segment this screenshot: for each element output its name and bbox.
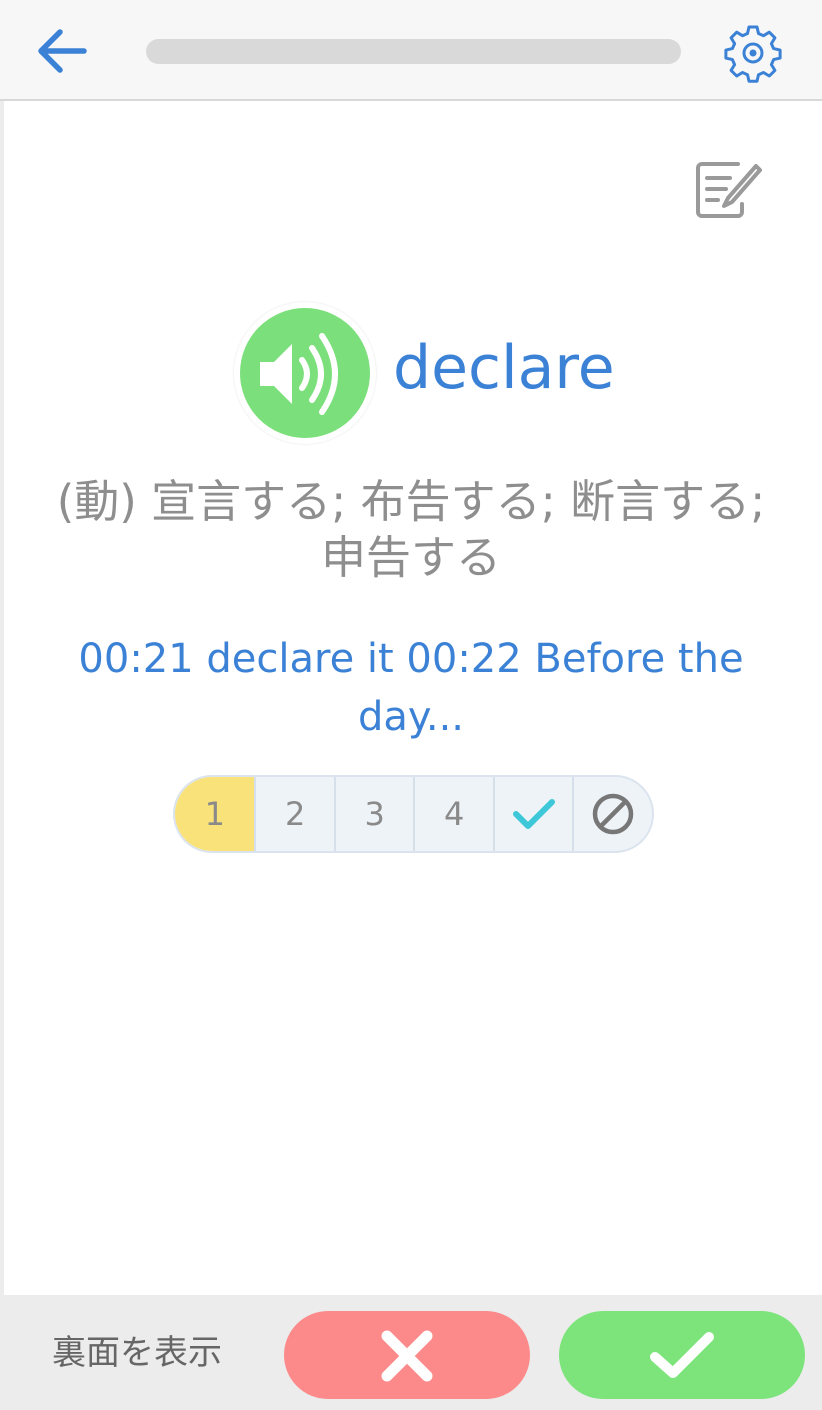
arrow-left-icon bbox=[38, 29, 87, 73]
progress-bar bbox=[146, 39, 681, 64]
word-meaning: (動) 宣言する; 布告する; 断言する; 申告する bbox=[56, 475, 766, 584]
rating-mastered[interactable] bbox=[492, 777, 573, 851]
checkmark-icon bbox=[650, 1332, 714, 1378]
rating-4[interactable]: 4 bbox=[413, 777, 493, 851]
gear-icon bbox=[724, 25, 782, 83]
wrong-button[interactable] bbox=[284, 1311, 530, 1399]
example-sentence[interactable]: 00:21 declare it 00:22 Before the day... bbox=[40, 630, 782, 746]
rating-2[interactable]: 2 bbox=[254, 777, 334, 851]
show-back-button[interactable]: 裏面を表示 bbox=[52, 1331, 222, 1375]
edit-note-icon bbox=[696, 162, 762, 218]
rating-1[interactable]: 1 bbox=[175, 777, 255, 851]
bottom-bar: 裏面を表示 bbox=[0, 1295, 822, 1410]
x-icon bbox=[381, 1330, 433, 1382]
checkmark-icon bbox=[512, 799, 555, 829]
word-row: declare bbox=[0, 300, 822, 445]
vocabulary-word: declare bbox=[393, 333, 615, 403]
left-edge bbox=[0, 101, 4, 1295]
play-audio-button[interactable] bbox=[240, 308, 370, 438]
settings-button[interactable] bbox=[722, 22, 784, 84]
top-bar bbox=[0, 0, 822, 101]
back-button[interactable] bbox=[30, 22, 94, 80]
prohibit-icon bbox=[592, 793, 634, 835]
speaker-icon bbox=[260, 333, 338, 415]
edit-note-button[interactable] bbox=[692, 158, 766, 224]
rating-selector: 1 2 3 4 bbox=[173, 775, 654, 853]
rating-3[interactable]: 3 bbox=[333, 777, 414, 851]
correct-button[interactable] bbox=[559, 1311, 805, 1399]
rating-exclude[interactable] bbox=[572, 777, 652, 851]
